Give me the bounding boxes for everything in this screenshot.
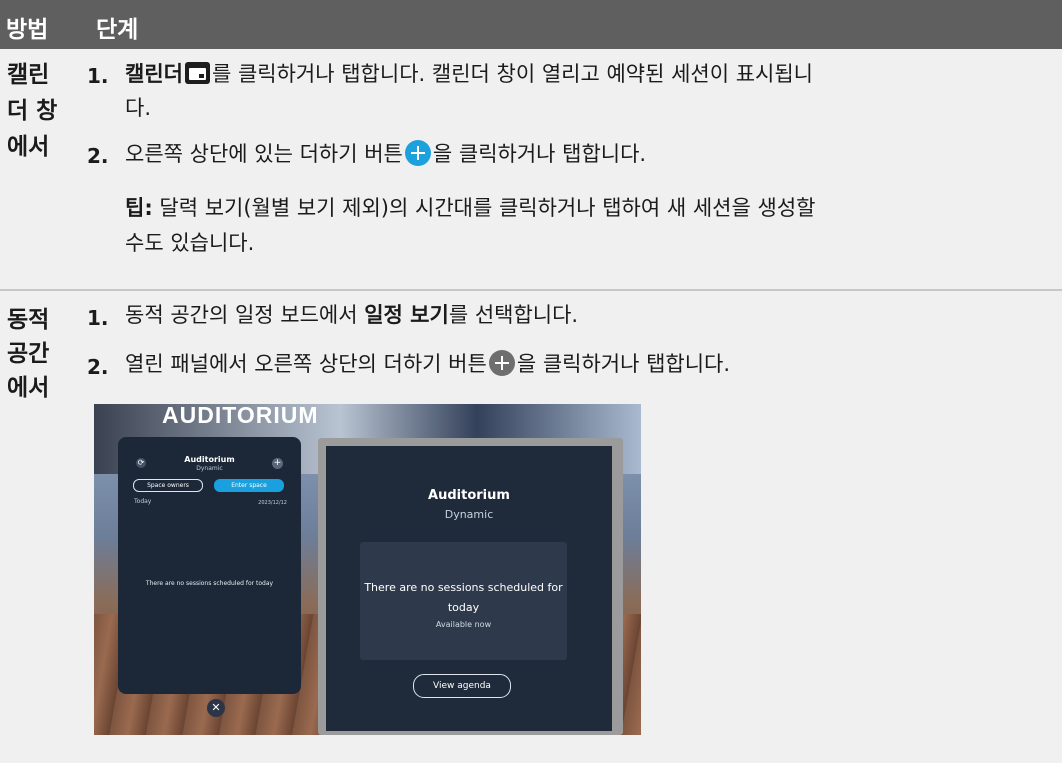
tip-line-2: 수도 있습니다. <box>125 231 255 255</box>
board-screen: Auditorium Dynamic There are no sessions… <box>326 446 612 731</box>
view-agenda-button: View agenda <box>413 674 511 698</box>
board-subtitle: Dynamic <box>444 508 494 521</box>
step-1-text: 캘린더 를 클릭하거나 탭합니다. 캘린더 창이 열리고 예약된 세션이 표시됩니 <box>125 58 813 90</box>
enter-space-button: Enter space <box>214 479 284 492</box>
method-line: 캘린 <box>7 62 50 88</box>
header-steps: 단계 <box>96 17 139 43</box>
step-bold: 캘린더 <box>125 62 183 86</box>
today-label: Today <box>134 498 152 505</box>
step-text: 를 선택합니다. <box>448 303 579 327</box>
step-text: 오른쪽 상단에 있는 더하기 버튼 <box>125 142 403 166</box>
table-header: 방법 단계 <box>0 0 1062 49</box>
tip-label: 팁: <box>125 196 153 220</box>
board-title: Auditorium <box>428 488 510 503</box>
step-text: 열린 패널에서 오른쪽 상단의 더하기 버튼 <box>125 352 487 376</box>
header-method: 방법 <box>6 17 49 43</box>
plus-icon: + <box>272 458 283 469</box>
empty-message: There are no sessions scheduled for toda… <box>364 581 563 614</box>
method-line: 에서 <box>7 134 50 160</box>
step-number: 2. <box>87 144 109 168</box>
board-panel: Auditorium Dynamic There are no sessions… <box>318 438 623 735</box>
step-bold: 일정 보기 <box>364 303 449 327</box>
plus-icon <box>488 350 515 376</box>
method-line: 공간 <box>7 341 50 367</box>
dynamic-space-screenshot: AUDITORIUM ⟳ Auditorium Dynamic + Space … <box>94 404 641 735</box>
step-text: 동적 공간의 일정 보드에서 <box>125 303 365 327</box>
date-label: 2023/12/12 <box>258 500 287 506</box>
method-line: 동적 <box>7 307 50 333</box>
step-text: 을 클릭하거나 탭합니다. <box>516 352 731 376</box>
step-number: 1. <box>87 64 109 88</box>
step-text: 을 클릭하거나 탭합니다. <box>432 142 647 166</box>
step-2-text: 열린 패널에서 오른쪽 상단의 더하기 버튼 을 클릭하거나 탭합니다. <box>125 348 730 380</box>
method-line: 더 창 <box>7 98 58 124</box>
method-calendar: 캘린 더 창 에서 <box>7 60 57 162</box>
step-text: 를 클릭하거나 탭합니다. 캘린더 창이 열리고 예약된 세션이 표시됩니 <box>211 62 814 86</box>
method-line: 에서 <box>7 375 50 401</box>
tip-line-1: 팁: 달력 보기(월별 보기 제외)의 시간대를 클릭하거나 탭하여 새 세션을… <box>125 192 815 224</box>
space-owners-button: Space owners <box>133 479 203 492</box>
method-dynamic-space: 동적 공간 에서 <box>7 305 49 403</box>
schedule-panel: ⟳ Auditorium Dynamic + Space owners Ente… <box>118 437 301 694</box>
row-calendar: 캘린 더 창 에서 1. 캘린더 를 클릭하거나 탭합니다. 캘린더 창이 열리고… <box>0 49 1062 289</box>
calendar-icon <box>184 62 210 84</box>
step-1-text: 동적 공간의 일정 보드에서 일정 보기를 선택합니다. <box>125 299 578 331</box>
empty-message: There are no sessions scheduled for toda… <box>145 580 274 587</box>
step-1-wrap: 다. <box>125 96 151 120</box>
tip-text: 달력 보기(월별 보기 제외)의 시간대를 클릭하거나 탭하여 새 세션을 생성… <box>152 196 816 220</box>
auditorium-sign: AUDITORIUM <box>162 404 319 428</box>
plus-icon <box>404 140 431 166</box>
step-number: 2. <box>87 355 109 379</box>
available-label: Available now <box>435 620 492 629</box>
step-2-text: 오른쪽 상단에 있는 더하기 버튼 을 클릭하거나 탭합니다. <box>125 138 646 170</box>
step-number: 1. <box>87 306 109 330</box>
close-icon: ✕ <box>207 699 225 717</box>
empty-sessions-box: There are no sessions scheduled for toda… <box>360 542 567 660</box>
